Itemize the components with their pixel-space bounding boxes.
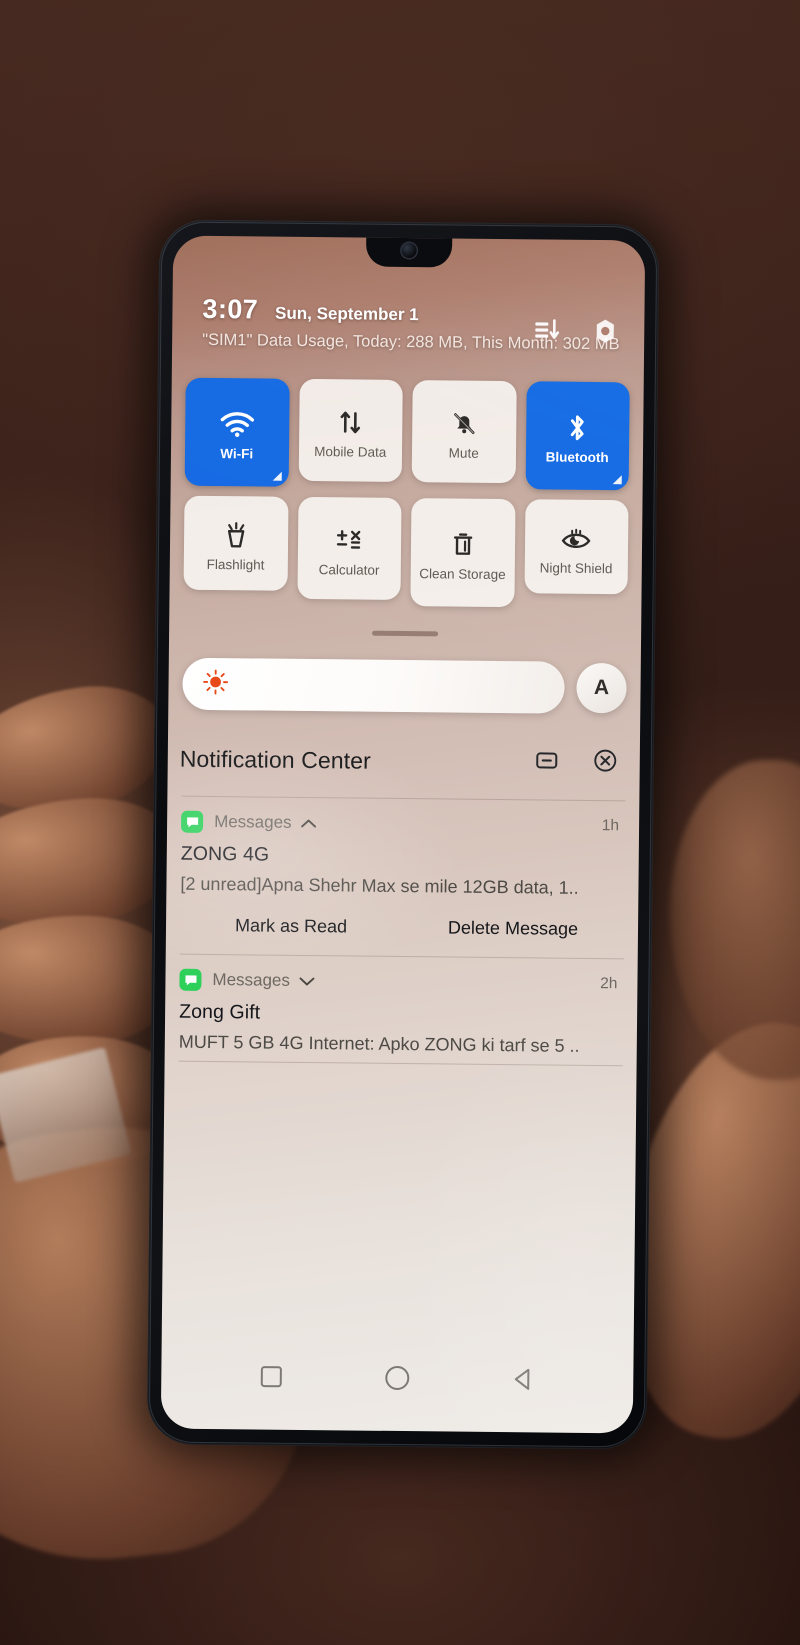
- front-camera-icon: [401, 242, 417, 259]
- notification-title: ZONG 4G: [180, 842, 270, 866]
- page-title: Notification Center: [179, 745, 372, 774]
- notification-app-name: Messages: [212, 970, 291, 990]
- brightness-slider[interactable]: [182, 657, 565, 714]
- calculator-icon: [334, 520, 364, 560]
- tile-night-shield[interactable]: Night Shield: [524, 499, 629, 595]
- tile-expand-badge-icon[interactable]: [612, 475, 622, 485]
- night-eye-icon: [560, 518, 592, 558]
- tile-label: Mute: [448, 444, 479, 461]
- auto-brightness-button[interactable]: A: [576, 662, 627, 714]
- quick-settings-row-2: Flashlight Calculator Clean Storage Nigh…: [183, 495, 629, 609]
- tile-label: Clean Storage: [419, 565, 506, 582]
- tile-mobile-data[interactable]: Mobile Data: [298, 378, 403, 482]
- notification-title: Zong Gift: [179, 1000, 261, 1024]
- tile-label: Bluetooth: [545, 448, 609, 465]
- notification-actions: Mark as Read Delete Message: [180, 915, 624, 941]
- display-notch: [365, 236, 453, 268]
- home-circle-icon[interactable]: [383, 1364, 411, 1397]
- notification-timestamp: 2h: [600, 975, 618, 993]
- recents-square-icon[interactable]: [258, 1364, 284, 1395]
- notification-body: MUFT 5 GB 4G Internet: Apko ZONG ki tarf…: [178, 1031, 580, 1056]
- tile-flashlight[interactable]: Flashlight: [183, 495, 289, 591]
- phone-device: 3:07 Sun, September 1 "SIM1" Data Usage,…: [146, 219, 660, 1450]
- messages-bubble-icon: [181, 810, 204, 833]
- chevron-down-icon[interactable]: [299, 975, 316, 986]
- tile-bluetooth[interactable]: Bluetooth: [525, 381, 630, 491]
- quick-settings-row-1: Wi-Fi Mobile Data Mute Bluetooth: [184, 377, 630, 491]
- tile-wifi[interactable]: Wi-Fi: [184, 377, 290, 487]
- wifi-icon: [220, 404, 254, 444]
- tile-label: Mobile Data: [314, 443, 387, 460]
- tile-mute[interactable]: Mute: [411, 380, 517, 484]
- settings-gear-icon[interactable]: [592, 318, 618, 349]
- tile-label: Wi-Fi: [220, 445, 254, 461]
- notification-timestamp: 1h: [601, 817, 620, 835]
- brightness-sun-icon: [202, 668, 229, 699]
- flashlight-icon: [222, 515, 250, 555]
- tile-label: Flashlight: [206, 556, 265, 573]
- hand-right: [670, 760, 800, 1080]
- messages-bubble-icon: [179, 968, 202, 991]
- auto-brightness-label: A: [593, 675, 610, 700]
- signal-bars-icon[interactable]: [534, 318, 560, 347]
- bell-muted-icon: [449, 403, 479, 443]
- mark-as-read-button[interactable]: Mark as Read: [180, 915, 402, 938]
- phone-screen: 3:07 Sun, September 1 "SIM1" Data Usage,…: [160, 235, 646, 1434]
- tile-calculator[interactable]: Calculator: [296, 496, 402, 600]
- tile-label: Calculator: [318, 561, 380, 578]
- quick-settings-panel: Wi-Fi Mobile Data Mute Bluetooth Flashli…: [169, 377, 643, 619]
- status-bar: 3:07 Sun, September 1 "SIM1" Data Usage,…: [172, 294, 645, 355]
- notification-settings-icon[interactable]: [535, 748, 559, 777]
- trash-icon: [450, 524, 476, 564]
- android-nav-bar: [161, 1361, 633, 1399]
- notification-body: [2 unread]Apna Shehr Max se mile 12GB da…: [180, 873, 579, 898]
- notification-app-name: Messages: [214, 812, 292, 832]
- status-clock: 3:07: [202, 293, 259, 325]
- clear-all-icon[interactable]: [593, 748, 618, 778]
- tile-clean-storage[interactable]: Clean Storage: [410, 498, 516, 608]
- status-bar-icons: [534, 317, 618, 349]
- notification-header: Messages 1h: [181, 810, 625, 838]
- bluetooth-icon: [564, 407, 590, 447]
- notification-item[interactable]: Messages 2h Zong Gift MUFT 5 GB 4G Inter…: [177, 955, 626, 1066]
- chevron-up-icon[interactable]: [301, 817, 318, 828]
- notification-item[interactable]: Messages 1h ZONG 4G [2 unread]Apna Shehr…: [178, 797, 628, 959]
- brightness-row: A: [168, 657, 641, 715]
- notification-center-header: Notification Center: [168, 744, 640, 779]
- tile-label: Night Shield: [539, 559, 613, 576]
- notification-header-actions: [535, 747, 628, 778]
- notification-header: Messages 2h: [179, 968, 623, 996]
- tile-expand-badge-icon[interactable]: [272, 471, 282, 481]
- back-triangle-icon[interactable]: [510, 1366, 536, 1397]
- delete-message-button[interactable]: Delete Message: [402, 917, 624, 940]
- status-date: Sun, September 1: [274, 303, 419, 325]
- data-arrows-icon: [335, 402, 365, 442]
- panel-drag-handle[interactable]: [372, 630, 439, 637]
- notification-list: Messages 1h ZONG 4G [2 unread]Apna Shehr…: [165, 795, 640, 1067]
